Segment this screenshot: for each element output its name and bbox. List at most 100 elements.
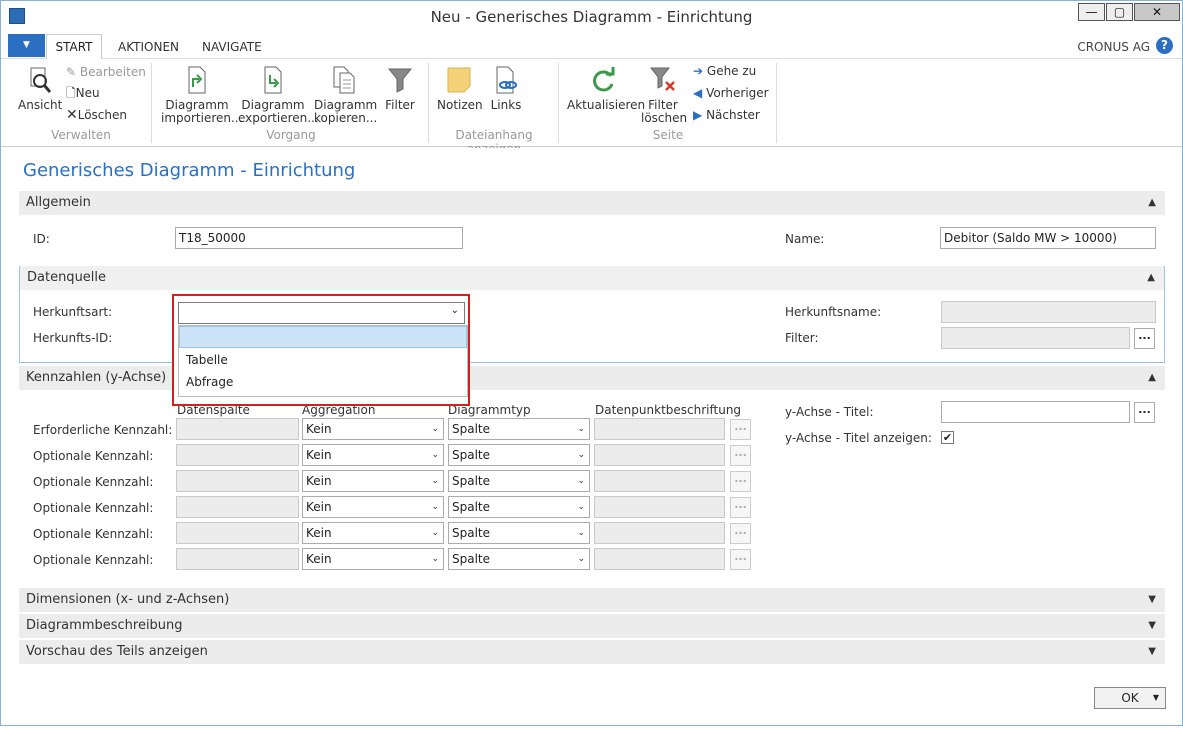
datenpunkt-field — [594, 548, 725, 570]
title-bar: Neu - Generisches Diagramm - Einrichtung… — [1, 1, 1182, 32]
y-titel-anzeigen-checkbox[interactable]: ✔ — [941, 431, 954, 444]
filter-label: Filter: — [785, 331, 819, 345]
ribbon-tab-bar: ▼ START AKTIONEN NAVIGATE CRONUS AG ? — [1, 32, 1182, 60]
herkunftsart-select[interactable]: ⌄ — [178, 302, 465, 324]
ansicht-button[interactable]: Ansicht — [18, 65, 63, 112]
option-empty[interactable] — [179, 326, 467, 348]
aggregation-value: Kein — [306, 448, 332, 462]
minimize-button[interactable]: — — [1078, 3, 1105, 21]
loeschen-button[interactable]: ✕Löschen — [66, 106, 127, 124]
aggregation-value: Kein — [306, 500, 332, 514]
neu-label: Neu — [75, 86, 100, 100]
diagramm-kopieren-button[interactable]: Diagramm kopieren... — [314, 65, 377, 125]
diagrammtyp-select[interactable]: Spalte ⌄ — [448, 418, 590, 440]
aggregation-select[interactable]: Kein ⌄ — [302, 470, 444, 492]
previous-icon: ◀ — [693, 86, 703, 100]
chevron-down-icon: ▼ — [1148, 594, 1156, 605]
help-icon[interactable]: ? — [1156, 37, 1173, 54]
diagramm-exportieren-label-2: exportieren... — [238, 111, 319, 125]
y-titel-anzeigen-label: y-Achse - Titel anzeigen: — [785, 431, 932, 445]
aggregation-select[interactable]: Kein ⌄ — [302, 444, 444, 466]
option-tabelle[interactable]: Tabelle — [179, 349, 467, 371]
datenpunkt-lookup-button[interactable]: ... — [730, 523, 751, 544]
kennzahl-row-label: Optionale Kennzahl: — [33, 553, 154, 567]
filter-lookup-button[interactable]: ... — [1134, 328, 1155, 349]
diagrammtyp-select[interactable]: Spalte ⌄ — [448, 444, 590, 466]
new-document-icon: 🗋 — [66, 86, 76, 100]
chevron-up-icon: ▲ — [1148, 372, 1156, 383]
datenpunkt-lookup-button[interactable]: ... — [730, 497, 751, 518]
diagrammtyp-select[interactable]: Spalte ⌄ — [448, 522, 590, 544]
bearbeiten-button[interactable]: ✎ Bearbeiten — [66, 63, 146, 81]
datenspalte-field — [176, 548, 299, 570]
datenspalte-field — [176, 496, 299, 518]
fasttab-allgemein-label: Allgemein — [26, 195, 91, 210]
aggregation-select[interactable]: Kein ⌄ — [302, 522, 444, 544]
fasttab-allgemein[interactable]: Allgemein ▲ — [19, 191, 1165, 215]
next-icon: ▶ — [693, 108, 703, 122]
links-label: Links — [490, 98, 522, 112]
aggregation-select[interactable]: Kein ⌄ — [302, 418, 444, 440]
datenpunkt-lookup-button[interactable]: ... — [730, 419, 751, 440]
datenpunkt-lookup-button[interactable]: ... — [730, 445, 751, 466]
aggregation-select[interactable]: Kein ⌄ — [302, 548, 444, 570]
close-button[interactable]: ✕ — [1134, 3, 1180, 21]
chevron-down-icon: ⌄ — [577, 476, 585, 486]
copy-icon — [333, 66, 355, 94]
tab-navigate[interactable]: NAVIGATE — [202, 40, 262, 54]
aktualisieren-button[interactable]: Aktualisieren — [567, 65, 645, 112]
diagramm-exportieren-button[interactable]: Diagramm exportieren... — [238, 65, 319, 125]
fasttab-kennzahlen-label: Kennzahlen (y-Achse) — [26, 370, 167, 385]
diagramm-importieren-button[interactable]: Diagramm importieren... — [161, 65, 242, 125]
company-name[interactable]: CRONUS AG — [1077, 40, 1150, 54]
maximize-button[interactable]: ▢ — [1106, 3, 1133, 21]
option-abfrage[interactable]: Abfrage — [179, 371, 467, 393]
naechster-button[interactable]: ▶ Nächster — [693, 106, 760, 124]
aggregation-value: Kein — [306, 422, 332, 436]
gehe-zu-button[interactable]: ➔ Gehe zu — [693, 62, 756, 80]
notizen-button[interactable]: Notizen — [437, 65, 483, 112]
datenpunkt-lookup-button[interactable]: ... — [730, 471, 751, 492]
y-titel-lookup-button[interactable]: ... — [1134, 402, 1155, 423]
y-titel-field[interactable] — [941, 401, 1130, 423]
fasttab-dimensionen[interactable]: Dimensionen (x- und z-Achsen) ▼ — [19, 588, 1165, 612]
datenpunkt-lookup-button[interactable]: ... — [730, 549, 751, 570]
aggregation-value: Kein — [306, 552, 332, 566]
id-label: ID: — [33, 232, 50, 246]
chevron-down-icon: ⌄ — [577, 528, 585, 538]
tab-start[interactable]: START — [46, 34, 102, 60]
diagrammtyp-select[interactable]: Spalte ⌄ — [448, 548, 590, 570]
fasttab-datenquelle[interactable]: Datenquelle ▲ — [20, 266, 1164, 290]
gehe-zu-label: Gehe zu — [706, 64, 757, 78]
filter-button[interactable]: Filter — [381, 65, 419, 112]
links-button[interactable]: Links — [488, 65, 524, 112]
fasttab-diagrammbeschreibung[interactable]: Diagrammbeschreibung ▼ — [19, 614, 1165, 638]
neu-button[interactable]: 🗋Neu — [66, 84, 100, 102]
diagrammtyp-select[interactable]: Spalte ⌄ — [448, 470, 590, 492]
aggregation-select[interactable]: Kein ⌄ — [302, 496, 444, 518]
filter-loeschen-button[interactable]: Filter löschen — [641, 65, 687, 125]
name-field[interactable]: Debitor (Saldo MW > 10000) — [940, 227, 1156, 249]
group-label-verwalten: Verwalten — [51, 128, 111, 142]
vorheriger-button[interactable]: ◀ Vorheriger — [693, 84, 769, 102]
fasttab-datenquelle-label: Datenquelle — [27, 270, 107, 285]
datenpunkt-field — [594, 470, 725, 492]
y-titel-label: y-Achse - Titel: — [785, 405, 874, 419]
chevron-down-icon: ⌄ — [577, 502, 585, 512]
fasttab-vorschau[interactable]: Vorschau des Teils anzeigen ▼ — [19, 640, 1165, 664]
ribbon-separator — [558, 63, 559, 143]
id-field[interactable]: T18_50000 — [175, 227, 463, 249]
ribbon-separator — [776, 63, 777, 143]
kennzahl-row-label: Optionale Kennzahl: — [33, 527, 154, 541]
tab-aktionen[interactable]: AKTIONEN — [118, 40, 179, 54]
loeschen-label: Löschen — [77, 108, 127, 122]
app-window: Neu - Generisches Diagramm - Einrichtung… — [0, 0, 1183, 726]
ok-button[interactable]: OK ▼ — [1094, 687, 1166, 709]
arrow-right-icon: ➔ — [693, 64, 704, 78]
diagrammtyp-select[interactable]: Spalte ⌄ — [448, 496, 590, 518]
ansicht-label: Ansicht — [18, 98, 63, 112]
datenspalte-field — [176, 522, 299, 544]
chevron-down-icon: ⌄ — [450, 305, 459, 316]
app-menu-button[interactable]: ▼ — [8, 34, 45, 57]
datenspalte-field — [176, 470, 299, 492]
